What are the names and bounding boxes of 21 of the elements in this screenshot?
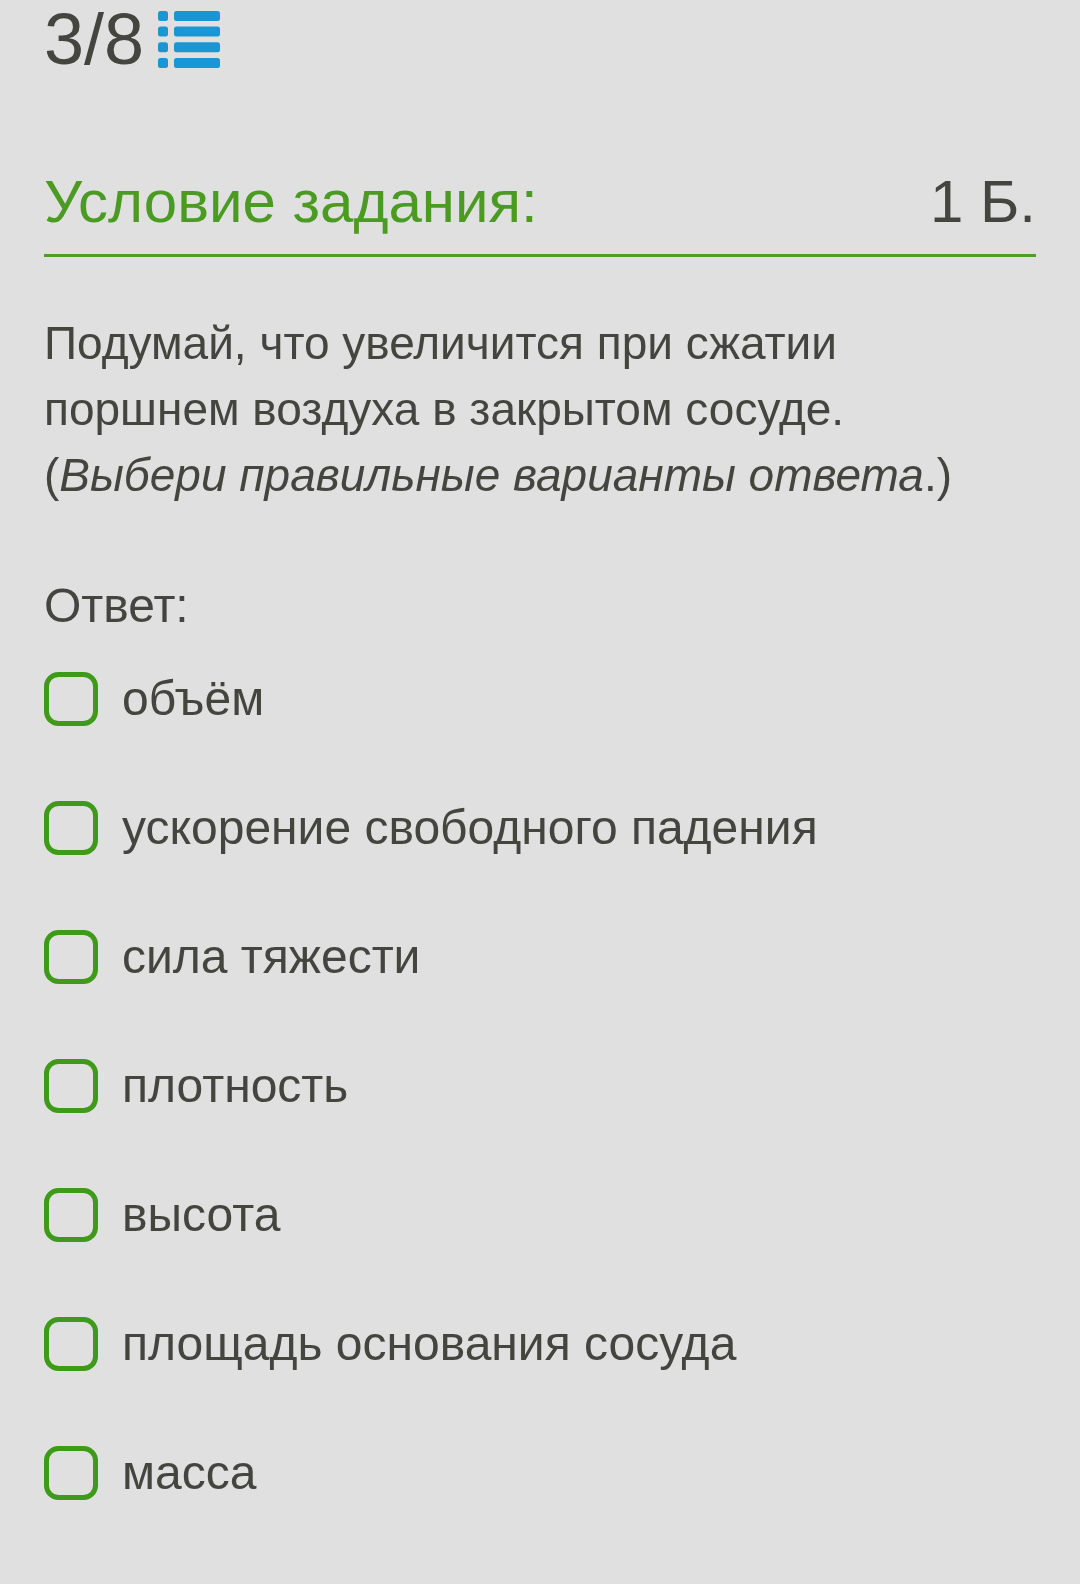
option-label: ускорение свободного падения (122, 799, 818, 856)
question-text: Подумай, что увеличится при сжатии поршнем воздуха в закрытом сосуде. (44, 316, 846, 437)
option-label: сила тяжести (122, 928, 421, 985)
checkbox[interactable] (44, 800, 98, 855)
option-label: плотность (122, 1057, 349, 1114)
list-icon[interactable] (158, 10, 221, 68)
instruction-text: (Выбери правильные варианты ответа.) (44, 448, 953, 503)
checkbox[interactable] (44, 1058, 98, 1113)
option-label: площадь основания сосуда (122, 1315, 737, 1372)
checkbox[interactable] (44, 1187, 98, 1242)
checkbox[interactable] (44, 929, 98, 984)
points-label: 1 Б. (929, 167, 1036, 237)
option-label: высота (122, 1186, 281, 1243)
checkbox[interactable] (44, 1316, 98, 1371)
question-counter: 3/8 (44, 0, 145, 78)
option-label: масса (122, 1444, 257, 1501)
checkbox[interactable] (44, 671, 98, 726)
checkbox[interactable] (44, 1445, 98, 1500)
answer-label: Ответ: (44, 578, 189, 634)
task-heading: Условие задания: (44, 167, 538, 237)
option-label: объём (122, 670, 265, 727)
